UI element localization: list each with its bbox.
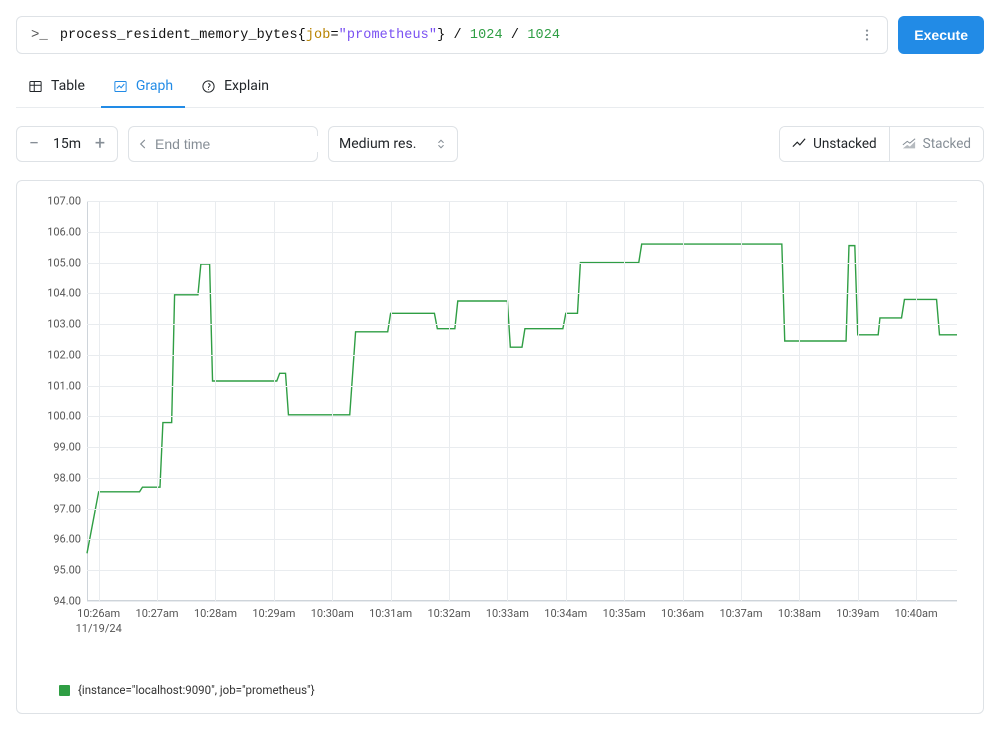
x-tick-label: 10:27am [136, 607, 179, 622]
gridline-horizontal [87, 324, 957, 325]
x-tick-label: 10:30am [311, 607, 354, 622]
range-decrease-icon[interactable]: − [21, 131, 47, 157]
tab-graph[interactable]: Graph [101, 68, 185, 108]
series-line [87, 201, 957, 601]
gridline-horizontal [87, 539, 957, 540]
unstacked-button[interactable]: Unstacked [780, 127, 889, 161]
stacked-label: Stacked [923, 136, 971, 152]
gridline-horizontal [87, 201, 957, 202]
tab-graph-label: Graph [136, 78, 173, 94]
gridline-horizontal [87, 293, 957, 294]
end-time-input[interactable] [149, 136, 342, 152]
execute-button[interactable]: Execute [898, 16, 984, 54]
query-expression[interactable]: process_resident_memory_bytes{job="prome… [60, 28, 855, 43]
stacked-button[interactable]: Stacked [889, 127, 983, 161]
x-tick-label: 10:32am [427, 607, 470, 622]
gridline-vertical [566, 201, 567, 601]
x-tick-label: 10:40am [895, 607, 938, 622]
gridline-vertical [449, 201, 450, 601]
gridline-horizontal [87, 263, 957, 264]
stacked-icon [902, 137, 916, 151]
x-tick-label: 10:29am [252, 607, 295, 622]
gridline-horizontal [87, 509, 957, 510]
y-tick-label: 95.00 [53, 564, 81, 577]
gridline-vertical [799, 201, 800, 601]
gridline-vertical [507, 201, 508, 601]
y-tick-label: 105.00 [47, 256, 81, 269]
gridline-horizontal [87, 478, 957, 479]
y-tick-label: 101.00 [47, 379, 81, 392]
x-tick-label: 10:36am [661, 607, 704, 622]
gridline-vertical [741, 201, 742, 601]
resolution-label: Medium res. [339, 136, 416, 152]
tab-explain-label: Explain [224, 78, 269, 94]
x-tick-label: 10:31am [369, 607, 412, 622]
chart-panel: 94.00 95.00 96.00 97.00 98.00 99.00 100.00 101.… [16, 180, 984, 714]
gridline-horizontal [87, 386, 957, 387]
gridline-vertical [391, 201, 392, 601]
y-tick-label: 98.00 [53, 471, 81, 484]
resolution-select[interactable]: Medium res. [328, 126, 458, 162]
y-tick-label: 94.00 [53, 595, 81, 608]
time-range-stepper: − 15m + [16, 126, 118, 162]
unstacked-label: Unstacked [813, 136, 877, 152]
view-tabs: Table Graph Explain [16, 68, 984, 108]
gridline-vertical [215, 201, 216, 601]
legend-label: {instance="localhost:9090", job="prometh… [78, 683, 315, 697]
x-tick-label: 10:28am [194, 607, 237, 622]
time-prev-icon[interactable] [137, 133, 149, 155]
y-tick-label: 103.00 [47, 318, 81, 331]
y-tick-label: 104.00 [47, 287, 81, 300]
x-tick-label: 10:34am [544, 607, 587, 622]
gridline-vertical [858, 201, 859, 601]
prompt-icon: >_ [31, 27, 48, 43]
gridline-horizontal [87, 416, 957, 417]
end-time-picker [128, 126, 318, 162]
legend-swatch [59, 685, 70, 696]
x-tick-label: 10:26am11/19/24 [76, 607, 122, 637]
explain-icon [201, 79, 216, 94]
chart-legend[interactable]: {instance="localhost:9090", job="prometh… [35, 683, 965, 697]
unstacked-icon [792, 137, 806, 151]
gridline-vertical [624, 201, 625, 601]
gridline-horizontal [87, 570, 957, 571]
table-icon [28, 79, 43, 94]
range-value: 15m [47, 136, 87, 152]
tab-explain[interactable]: Explain [189, 68, 281, 108]
y-tick-label: 99.00 [53, 441, 81, 454]
y-tick-label: 107.00 [47, 195, 81, 208]
gridline-vertical [916, 201, 917, 601]
gridline-vertical [274, 201, 275, 601]
range-increase-icon[interactable]: + [87, 131, 113, 157]
gridline-horizontal [87, 447, 957, 448]
x-tick-label: 10:33am [486, 607, 529, 622]
query-menu-icon[interactable] [855, 23, 879, 47]
query-input-container: >_ process_resident_memory_bytes{job="pr… [16, 16, 888, 54]
y-tick-label: 96.00 [53, 533, 81, 546]
y-tick-label: 106.00 [47, 225, 81, 238]
x-tick-label: 10:38am [778, 607, 821, 622]
plot-region[interactable]: 10:26am11/19/2410:27am10:28am10:29am10:3… [87, 201, 957, 601]
y-tick-label: 102.00 [47, 348, 81, 361]
gridline-vertical [99, 201, 100, 601]
gridline-horizontal [87, 355, 957, 356]
x-tick-label: 10:35am [603, 607, 646, 622]
graph-icon [113, 79, 128, 94]
gridline-vertical [683, 201, 684, 601]
select-caret-icon [435, 138, 447, 150]
y-axis: 94.0095.0096.0097.0098.0099.00100.00101.… [35, 201, 87, 601]
y-tick-label: 100.00 [47, 410, 81, 423]
gridline-vertical [157, 201, 158, 601]
tab-table-label: Table [51, 78, 85, 94]
gridline-vertical [332, 201, 333, 601]
x-tick-label: 10:39am [836, 607, 879, 622]
gridline-horizontal [87, 232, 957, 233]
x-tick-label: 10:37am [719, 607, 762, 622]
tab-table[interactable]: Table [16, 68, 97, 108]
y-tick-label: 97.00 [53, 502, 81, 515]
gridline-horizontal [87, 601, 957, 602]
chart-area: 94.00 95.00 96.00 97.00 98.00 99.00 100.00 101.… [35, 201, 965, 641]
stack-mode-segment: Unstacked Stacked [779, 126, 984, 162]
